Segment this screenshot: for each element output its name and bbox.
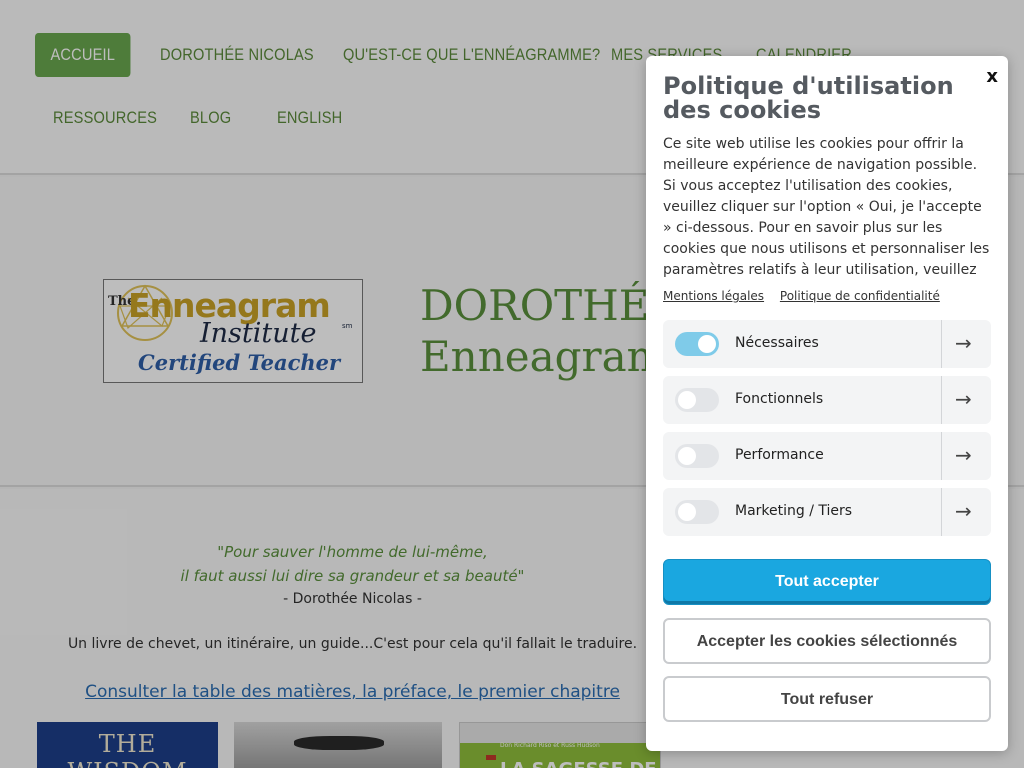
cookie-consent-dialog: x Politique d'utilisation des cookies Ce… [646,56,1008,751]
arrow-right-icon[interactable]: → [955,499,972,523]
cookie-category-performance: Performance → [663,432,991,480]
category-label: Fonctionnels [735,391,824,407]
cookie-category-marketing: Marketing / Tiers → [663,488,991,536]
category-divider [941,432,942,480]
arrow-right-icon[interactable]: → [955,387,972,411]
toggle-knob [678,503,696,521]
cookie-category-fonctionnels: Fonctionnels → [663,376,991,424]
category-divider [941,320,942,368]
category-divider [941,376,942,424]
category-label: Nécessaires [735,335,819,351]
cookie-category-necessaires: Nécessaires → [663,320,991,368]
performance-toggle[interactable] [675,444,719,468]
toggle-knob [678,391,696,409]
necessaires-toggle[interactable] [675,332,719,356]
category-divider [941,488,942,536]
legal-notice-link[interactable]: Mentions légales [663,289,764,303]
marketing-toggle[interactable] [675,500,719,524]
accept-all-button[interactable]: Tout accepter [663,559,991,605]
refuse-all-button[interactable]: Tout refuser [663,676,991,722]
fonctionnels-toggle[interactable] [675,388,719,412]
toggle-knob [698,335,716,353]
privacy-policy-link[interactable]: Politique de confidentialité [780,289,940,303]
arrow-right-icon[interactable]: → [955,331,972,355]
category-label: Performance [735,447,824,463]
category-label: Marketing / Tiers [735,503,853,519]
toggle-knob [678,447,696,465]
accept-selected-button[interactable]: Accepter les cookies sélectionnés [663,618,991,664]
cookie-description: Ce site web utilise les cookies pour off… [663,136,990,278]
arrow-right-icon[interactable]: → [955,443,972,467]
cookie-dialog-title: Politique d'utilisation des cookies [663,72,954,124]
close-icon[interactable]: x [986,66,998,87]
cookie-links: Mentions légales Politique de confidenti… [663,289,952,303]
